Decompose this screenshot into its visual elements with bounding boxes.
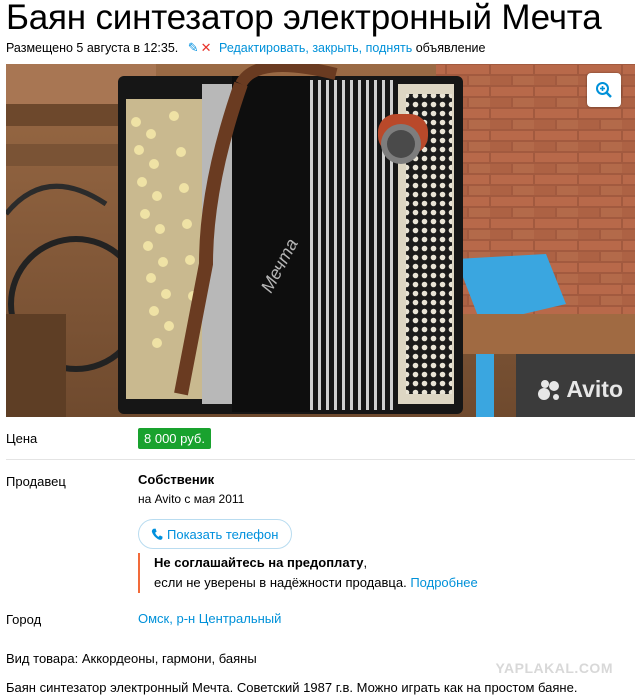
listing-title: Баян синтезатор электронный Мечта [6, 0, 602, 37]
accordion-image: Мечта [6, 64, 635, 417]
listing-photo[interactable]: Мечта Avito [6, 64, 635, 417]
site-watermark: YAPLAKAL.COM [495, 660, 613, 676]
warning-comma: , [363, 555, 368, 570]
edit-close-raise-link[interactable]: Редактировать, закрыть, поднять [219, 41, 412, 55]
show-phone-button[interactable]: Показать телефон [138, 519, 293, 549]
warning-text: если не уверены в надёжности продавца. [154, 575, 407, 590]
seller-label: Продавец [6, 474, 66, 489]
item-category: Вид товара: Аккордеоны, гармони, баяны [6, 651, 257, 666]
warning-title: Не соглашайтесь на предоплату [154, 555, 364, 570]
avito-watermark: Avito [536, 376, 623, 403]
price-badge: 8 000 руб. [138, 428, 211, 449]
item-description: Баян синтезатор электронный Мечта. Совет… [6, 680, 578, 695]
city-label: Город [6, 612, 42, 627]
divider [6, 459, 635, 460]
warning-more-link[interactable]: Подробнее [410, 575, 477, 590]
prepayment-warning: Не соглашайтесь на предоплату, если не у… [138, 553, 478, 593]
price-label: Цена [6, 431, 38, 446]
meta-suffix: объявление [415, 41, 486, 55]
city-link[interactable]: Омск, р-н Центральный [138, 611, 281, 626]
zoom-in-icon [596, 82, 612, 98]
phone-icon [151, 528, 163, 540]
seller-name: Собственик [138, 472, 215, 487]
seller-since: на Avito с мая 2011 [138, 492, 245, 506]
show-phone-label: Показать телефон [167, 526, 279, 542]
zoom-button[interactable] [587, 73, 621, 107]
listing-meta: Размещено 5 августа в 12:35. ✎ ✕ Редактир… [6, 40, 485, 56]
avito-logo-icon [538, 379, 560, 400]
pencil-icon[interactable]: ✎ [188, 40, 199, 55]
avito-watermark-text: Avito [566, 376, 623, 402]
posted-date: Размещено 5 августа в 12:35. [6, 41, 179, 55]
close-icon[interactable]: ✕ [201, 40, 212, 55]
